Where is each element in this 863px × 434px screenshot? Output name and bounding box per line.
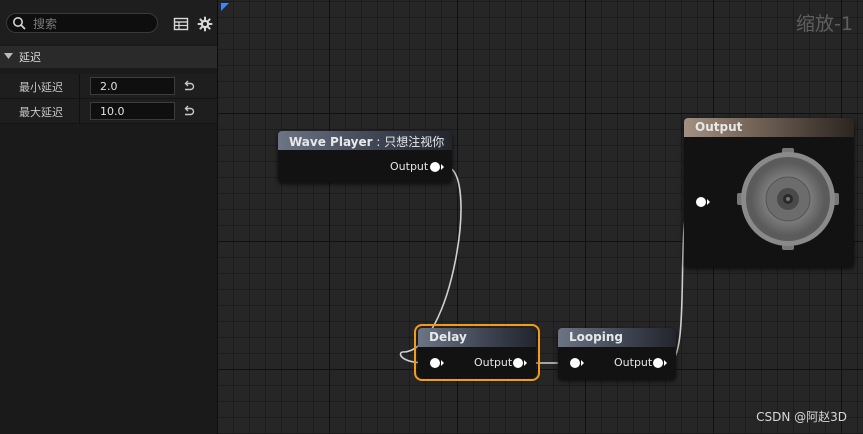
input-pin-icon[interactable] <box>569 357 585 369</box>
output-pin-icon[interactable] <box>429 161 445 173</box>
category-label: 延迟 <box>19 51 41 64</box>
settings-gear-icon[interactable] <box>197 16 213 32</box>
property-row-max-delay: 最大延迟 10.0 <box>0 99 217 124</box>
category-header-delay[interactable]: 延迟 <box>0 46 217 68</box>
looping-node[interactable]: Looping Output <box>558 328 676 379</box>
property-row-min-delay: 最小延迟 2.0 <box>0 74 217 99</box>
search-input[interactable] <box>31 15 155 33</box>
input-pin-icon[interactable] <box>429 357 445 369</box>
search-bar <box>0 0 217 44</box>
output-pin-label: Output <box>474 356 513 369</box>
node-title: Output <box>684 118 854 137</box>
max-delay-field[interactable]: 10.0 <box>90 102 175 120</box>
output-pin-icon[interactable] <box>652 357 668 369</box>
input-pin-icon[interactable] <box>695 196 711 208</box>
reset-to-default-icon[interactable] <box>182 80 195 93</box>
search-box[interactable] <box>6 13 158 33</box>
column-divider[interactable] <box>79 74 80 98</box>
property-label: 最小延迟 <box>19 81 63 94</box>
reset-to-default-icon[interactable] <box>182 105 195 118</box>
speaker-icon <box>737 148 839 250</box>
wave-player-node[interactable]: Wave Player : 只想注视你 Output <box>278 131 452 182</box>
delay-node[interactable]: Delay Output <box>414 324 540 381</box>
output-pin-label: Output <box>614 356 653 369</box>
output-node[interactable]: Output <box>684 118 854 267</box>
property-label: 最大延迟 <box>19 106 63 119</box>
search-icon <box>13 17 26 30</box>
node-subtitle: : 只想注视你 <box>372 135 445 149</box>
output-pin-icon[interactable] <box>512 357 528 369</box>
node-title-text: Wave Player <box>289 135 373 149</box>
watermark: CSDN @阿赵3D <box>756 410 847 424</box>
output-pin-label: Output <box>390 160 429 173</box>
min-delay-field[interactable]: 2.0 <box>90 77 175 95</box>
node-title: Delay <box>418 328 536 347</box>
node-title: Looping <box>558 328 676 347</box>
details-panel: 延迟 最小延迟 2.0 最大延迟 10.0 <box>0 0 218 434</box>
column-divider[interactable] <box>79 99 80 123</box>
expand-arrow-icon <box>4 53 13 59</box>
node-title: Wave Player : 只想注视你 <box>278 131 452 150</box>
sound-cue-graph[interactable]: 缩放-1 Wave Player : 只想注视你 Output Delay Ou… <box>218 0 863 434</box>
property-matrix-icon[interactable] <box>173 16 189 32</box>
